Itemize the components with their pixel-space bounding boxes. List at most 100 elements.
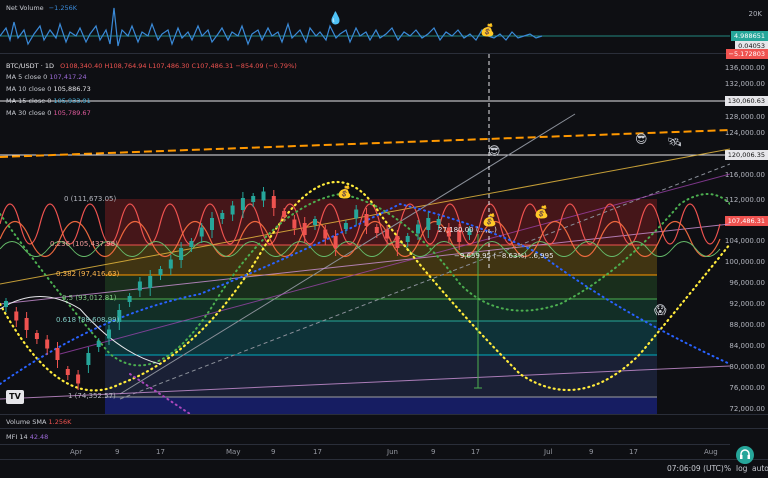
volume-sma-value: 1.256K bbox=[48, 418, 72, 426]
net-volume-tag-3: −5.172803 bbox=[725, 49, 768, 59]
price-tag-current: 107,486.31 bbox=[724, 216, 768, 226]
candle-body bbox=[55, 348, 60, 360]
money-bag-icon: 💰 bbox=[337, 185, 352, 199]
price-tag-mid: 120,006.35 bbox=[724, 150, 768, 160]
percent-toggle[interactable]: % bbox=[724, 464, 731, 473]
volume-sma-legend[interactable]: Volume SMA 1.256K bbox=[6, 416, 71, 428]
pane-separator[interactable] bbox=[0, 414, 768, 415]
price-tick: 76,000.00 bbox=[729, 384, 765, 392]
net-volume-label: Net Volume bbox=[6, 4, 44, 12]
candle-body bbox=[405, 236, 410, 242]
fib-label-05: 0.5 (93,012.81) bbox=[62, 294, 117, 302]
candle-body bbox=[385, 229, 390, 239]
candle-body bbox=[436, 219, 441, 225]
time-tick: 17 bbox=[471, 448, 480, 456]
candle-body bbox=[313, 219, 317, 225]
measure-bottom-label: −9,659.95 (−8.63%) ..6,995 bbox=[454, 252, 554, 260]
price-tick: 92,000.00 bbox=[729, 300, 765, 308]
ma-30-row[interactable]: MA 30 close 0 105,789.67 bbox=[6, 107, 91, 119]
ma-10-row[interactable]: MA 10 close 0 105,886.73 bbox=[6, 83, 91, 95]
mfi-value: 42.48 bbox=[29, 433, 49, 441]
pane-separator[interactable] bbox=[0, 428, 768, 429]
ma-10-value: 105,886.73 bbox=[53, 85, 91, 93]
price-tick: 128,000.00 bbox=[724, 113, 765, 121]
candle-body bbox=[76, 374, 81, 384]
price-tick: 124,000.00 bbox=[724, 129, 765, 137]
candle-body bbox=[45, 339, 50, 349]
price-tick: 96,000.00 bbox=[729, 279, 765, 287]
money-bag-icon: 💰 bbox=[482, 213, 497, 227]
price-tick: 88,000.00 bbox=[729, 321, 765, 329]
fib-label-0382: 0.382 (97,416.63) bbox=[56, 270, 120, 278]
candle-body bbox=[323, 229, 328, 239]
candle-body bbox=[4, 301, 8, 307]
candle-body bbox=[189, 241, 194, 247]
candle-body bbox=[354, 209, 359, 219]
candle-body bbox=[220, 213, 225, 219]
candle-body bbox=[292, 219, 297, 229]
time-tick: Jul bbox=[544, 448, 553, 456]
clock-time[interactable]: 07:06:09 (UTC) bbox=[667, 464, 724, 473]
price-tick: 104,000.00 bbox=[724, 237, 765, 245]
price-tick: 112,000.00 bbox=[724, 196, 765, 204]
ma-30-value: 105,789.67 bbox=[53, 109, 91, 117]
candle-body bbox=[158, 269, 163, 275]
fib-label-0618: 0.618 (88,608.99) bbox=[56, 316, 120, 324]
ohlc-values: O108,340.40 H108,764.94 L107,486.30 C107… bbox=[60, 62, 297, 70]
candle-body bbox=[374, 227, 379, 233]
time-tick: Aug bbox=[704, 448, 718, 456]
candle-body bbox=[24, 318, 29, 330]
cool-face-icon: 😎 bbox=[635, 132, 648, 146]
candle-body bbox=[240, 198, 245, 210]
time-tick: 9 bbox=[589, 448, 594, 456]
fib-label-1: 1 (74,352.57) bbox=[68, 392, 116, 400]
price-axis[interactable]: 20K 4.988651 0.04053 −5.172803 136,000.0… bbox=[724, 0, 768, 440]
headset-icon[interactable] bbox=[736, 446, 754, 464]
time-tick: 17 bbox=[156, 448, 165, 456]
auto-toggle[interactable]: auto bbox=[752, 464, 768, 473]
ma-5-value: 107,417.24 bbox=[49, 73, 87, 81]
ma-5-row[interactable]: MA 5 close 0 107,417.24 bbox=[6, 71, 91, 83]
ma-15-row[interactable]: MA 15 close 0 105,933.91 bbox=[6, 95, 91, 107]
price-chart-canvas[interactable] bbox=[0, 54, 730, 414]
candle-body bbox=[395, 236, 400, 248]
candle-body bbox=[14, 311, 19, 321]
mfi-legend[interactable]: MFI 14 42.48 bbox=[6, 431, 48, 443]
time-tick: 17 bbox=[629, 448, 638, 456]
scream-icon: 😱 bbox=[654, 303, 667, 317]
main-chart[interactable]: BTC/USDT · 1D O108,340.40 H108,764.94 L1… bbox=[0, 54, 730, 414]
candle-body bbox=[179, 248, 184, 260]
fib-label-0: 0 (111,673.05) bbox=[64, 195, 117, 203]
candle-body bbox=[282, 211, 287, 217]
symbol-label[interactable]: BTC/USDT · 1D bbox=[6, 62, 54, 70]
candle-body bbox=[34, 333, 39, 339]
log-toggle[interactable]: log bbox=[736, 464, 747, 473]
candle-body bbox=[343, 223, 348, 229]
candle-body bbox=[251, 196, 256, 202]
candle-body bbox=[148, 276, 153, 288]
net-volume-scale: 20K bbox=[748, 10, 763, 18]
ma-legend: MA 5 close 0 107,417.24 MA 10 close 0 10… bbox=[6, 71, 91, 119]
droplet-icon: 💧 bbox=[328, 11, 343, 25]
candle-body bbox=[127, 296, 132, 302]
candle-body bbox=[65, 369, 70, 375]
candle-body bbox=[302, 223, 307, 235]
time-tick: 17 bbox=[313, 448, 322, 456]
ma-15-value: 105,933.91 bbox=[53, 97, 91, 105]
time-axis[interactable]: Apr 9 17 May 9 17 Jun 9 17 Jul 9 17 Aug bbox=[0, 444, 730, 459]
candle-body bbox=[168, 259, 173, 269]
cool-face-icon: 😎 bbox=[488, 144, 501, 158]
price-tick: 80,000.00 bbox=[729, 363, 765, 371]
candle-body bbox=[199, 227, 204, 237]
net-volume-line bbox=[0, 7, 730, 47]
tradingview-logo[interactable]: TV bbox=[6, 390, 24, 404]
net-volume-tag-1: 4.988651 bbox=[730, 31, 768, 41]
fib-label-0236: 0.236 (105,437.98) bbox=[50, 240, 118, 248]
time-tick: 9 bbox=[115, 448, 120, 456]
net-volume-pane: Net Volume −1.256K 💧 💰 bbox=[0, 0, 730, 52]
time-tick: Apr bbox=[70, 448, 83, 456]
money-bag-icon: 💰 bbox=[534, 205, 549, 219]
candle-body bbox=[137, 281, 142, 291]
net-volume-value: −1.256K bbox=[48, 4, 78, 12]
candle-body bbox=[210, 218, 214, 230]
